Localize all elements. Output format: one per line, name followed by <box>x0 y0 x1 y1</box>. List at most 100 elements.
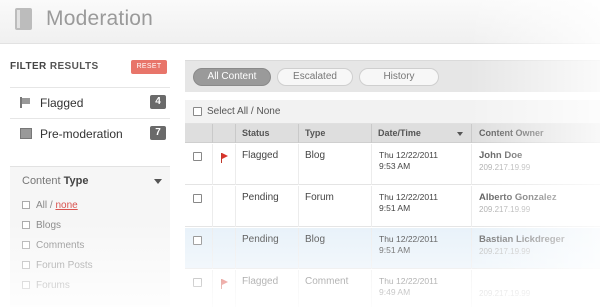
checkbox[interactable] <box>22 221 30 229</box>
chevron-down-icon[interactable] <box>154 179 162 184</box>
column-divider <box>212 186 213 227</box>
row-checkbox[interactable] <box>193 236 202 245</box>
sidebar-item-label: Flagged <box>40 96 84 110</box>
sidebar-item-flagged[interactable]: Flagged 4 <box>10 87 170 117</box>
sort-descending-icon[interactable] <box>457 132 463 136</box>
date-cell: Thu 12/22/2011 <box>379 276 438 286</box>
column-divider <box>471 228 472 269</box>
owner-ip: 209.217.19.99 <box>479 289 531 298</box>
table-row[interactable]: Flagged Comment Thu 12/22/2011 9:49 AM 2… <box>185 270 600 307</box>
owner-name[interactable]: Alberto Gonzalez <box>479 192 557 203</box>
table-header: Status Type Date/Time Content Owner <box>185 124 600 143</box>
column-divider <box>298 270 299 307</box>
owner-ip: 209.217.19.99 <box>479 163 531 172</box>
content-type-label-bold: Type <box>63 175 89 187</box>
tab-history[interactable]: History <box>359 68 439 86</box>
page-title: Moderation <box>46 7 154 30</box>
header-bar: Moderation <box>0 0 600 44</box>
pre-moderation-icon <box>20 128 32 139</box>
type-cell: Blog <box>305 150 326 161</box>
column-divider <box>471 186 472 227</box>
content-type-dropdown[interactable]: Content Type <box>22 175 88 187</box>
column-divider <box>298 228 299 269</box>
content-type-blogs[interactable]: Blogs <box>22 220 61 231</box>
date-cell: Thu 12/22/2011 <box>379 234 438 244</box>
column-header-status[interactable]: Status <box>242 128 270 138</box>
type-cell: Forum <box>305 192 334 203</box>
date-cell: Thu 12/22/2011 <box>379 150 438 160</box>
none-link[interactable]: none <box>55 200 77 211</box>
column-divider <box>212 144 213 185</box>
column-divider <box>371 228 372 269</box>
content-type-panel: Content Type All / none Blogs Comments F… <box>10 166 170 307</box>
column-divider <box>371 144 372 185</box>
filter-label-bold: FILTER <box>10 61 47 72</box>
content-type-all[interactable]: All / none <box>22 200 78 211</box>
select-all-label[interactable]: Select All / None <box>207 106 280 117</box>
table-row[interactable]: Pending Blog Thu 12/22/2011 9:51 AM Bast… <box>185 228 600 269</box>
tab-escalated[interactable]: Escalated <box>277 68 353 86</box>
reset-button[interactable]: RESET <box>131 60 167 74</box>
owner-ip: 209.217.19.99 <box>479 205 531 214</box>
column-divider <box>471 144 472 185</box>
filter-results-heading: FILTER RESULTS <box>10 61 99 72</box>
time-cell: 9:51 AM <box>379 245 411 255</box>
content-type-forums[interactable]: Forums <box>22 280 70 291</box>
type-cell: Blog <box>305 234 326 245</box>
document-icon <box>15 8 32 30</box>
time-cell: 9:53 AM <box>379 161 411 171</box>
table-row[interactable]: Flagged Blog Thu 12/22/2011 9:53 AM John… <box>185 144 600 185</box>
status-cell: Flagged <box>242 150 279 161</box>
column-divider <box>212 270 213 307</box>
content-type-item-label: Blogs <box>36 220 62 231</box>
checkbox[interactable] <box>22 241 30 249</box>
column-divider <box>235 124 236 143</box>
sidebar-item-label: Pre-moderation <box>40 127 123 141</box>
table-row[interactable]: Pending Forum Thu 12/22/2011 9:51 AM Alb… <box>185 186 600 227</box>
column-header-content-owner[interactable]: Content Owner <box>479 128 544 138</box>
column-header-datetime[interactable]: Date/Time <box>378 128 421 138</box>
status-cell: Pending <box>242 192 279 203</box>
owner-ip: 209.217.19.99 <box>479 247 531 256</box>
type-cell: Comment <box>305 276 349 287</box>
filter-label-rest: RESULTS <box>49 61 99 72</box>
column-divider <box>371 186 372 227</box>
column-divider <box>471 270 472 307</box>
sidebar-item-pre-moderation[interactable]: Pre-moderation 7 <box>10 118 170 148</box>
content-type-label-light: Content <box>22 175 61 187</box>
owner-name[interactable]: Bastian Lickdreger <box>479 234 565 245</box>
flag-list-icon <box>20 97 32 108</box>
tab-all-content[interactable]: All Content <box>193 68 271 86</box>
all-label: All / <box>36 200 53 211</box>
row-checkbox[interactable] <box>193 194 202 203</box>
main-panel: All Content Escalated History Select All… <box>185 44 600 307</box>
checkbox[interactable] <box>22 261 30 269</box>
checkbox[interactable] <box>22 201 30 209</box>
tab-bar: All Content Escalated History <box>185 60 600 92</box>
select-all-checkbox[interactable] <box>193 107 202 116</box>
column-divider <box>235 270 236 307</box>
column-divider <box>471 124 472 143</box>
time-cell: 9:49 AM <box>379 287 411 297</box>
flag-icon <box>221 279 229 289</box>
row-checkbox[interactable] <box>193 152 202 161</box>
column-header-type[interactable]: Type <box>305 128 325 138</box>
column-divider <box>235 186 236 227</box>
row-checkbox[interactable] <box>193 278 202 287</box>
status-cell: Pending <box>242 234 279 245</box>
column-divider <box>298 124 299 143</box>
checkbox[interactable] <box>22 281 30 289</box>
content-type-item-label: Forums <box>36 280 70 291</box>
content-type-item-label: Forum Posts <box>36 260 93 271</box>
column-divider <box>212 124 213 143</box>
status-cell: Flagged <box>242 276 279 287</box>
flag-icon <box>221 153 229 163</box>
column-divider <box>235 228 236 269</box>
count-badge: 7 <box>150 126 166 140</box>
count-badge: 4 <box>150 95 166 109</box>
owner-name[interactable]: John Doe <box>479 150 522 161</box>
content-type-comments[interactable]: Comments <box>22 240 84 251</box>
content-type-forum-posts[interactable]: Forum Posts <box>22 260 93 271</box>
date-cell: Thu 12/22/2011 <box>379 192 438 202</box>
content-type-item-label: Comments <box>36 240 85 251</box>
